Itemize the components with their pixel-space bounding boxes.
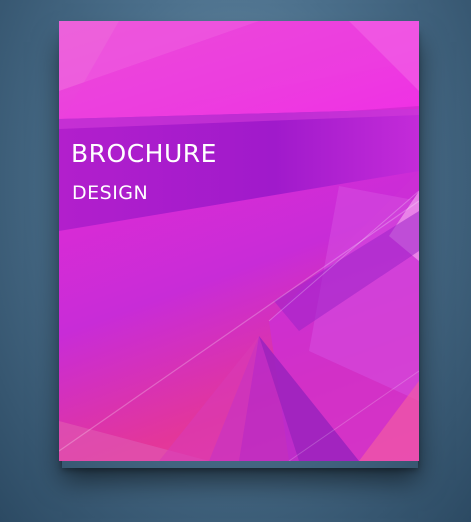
geometric-background (59, 21, 419, 461)
brochure-subtitle: DESIGN (72, 182, 149, 204)
brochure-title: BROCHURE (71, 139, 217, 168)
brochure-cover: BROCHURE DESIGN (59, 21, 419, 461)
